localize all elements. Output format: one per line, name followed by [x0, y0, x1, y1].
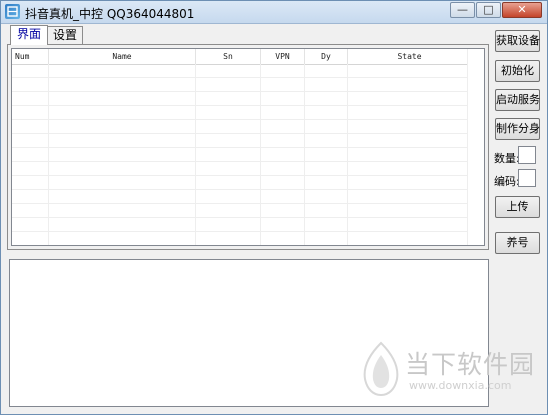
nurture-account-button[interactable]: 养号	[495, 232, 540, 254]
column-header-vpn[interactable]: VPN	[261, 49, 305, 64]
window-controls: — □ ✕	[449, 2, 542, 19]
maximize-icon: □	[483, 3, 494, 16]
column-header-state[interactable]: State	[348, 49, 472, 64]
table-row	[12, 176, 484, 190]
watermark: 当下软件园 www.downxia.com	[359, 341, 539, 401]
table-row	[12, 204, 484, 218]
table-row	[12, 232, 484, 245]
table-scroll-gutter	[467, 49, 484, 245]
table-row	[12, 92, 484, 106]
downxia-logo-icon	[359, 341, 403, 397]
watermark-name: 当下软件园	[405, 350, 536, 379]
code-label: 编码:	[494, 175, 520, 188]
watermark-url: www.downxia.com	[409, 379, 512, 392]
close-button[interactable]: ✕	[502, 2, 542, 18]
column-header-sn[interactable]: Sn	[196, 49, 261, 64]
table-row	[12, 162, 484, 176]
minimize-icon: —	[457, 3, 468, 16]
start-service-button[interactable]: 启动服务	[495, 89, 540, 111]
get-device-button[interactable]: 获取设备	[495, 30, 540, 52]
table-row	[12, 134, 484, 148]
table-row	[12, 218, 484, 232]
title-bar[interactable]: 抖音真机_中控 QQ364044801 — □ ✕	[1, 1, 547, 24]
code-input[interactable]	[518, 169, 536, 187]
table-row	[12, 120, 484, 134]
initialize-button[interactable]: 初始化	[495, 60, 540, 82]
tab-interface[interactable]: 界面	[10, 25, 48, 45]
column-header-dy[interactable]: Dy	[305, 49, 348, 64]
table-row	[12, 148, 484, 162]
table-row	[12, 78, 484, 92]
column-header-num[interactable]: Num	[12, 49, 49, 64]
close-icon: ✕	[517, 3, 527, 16]
quantity-label: 数量:	[494, 152, 520, 165]
table-row	[12, 190, 484, 204]
make-clone-button[interactable]: 制作分身	[495, 118, 540, 140]
tab-panel-interface: Num Name Sn VPN Dy State	[7, 44, 489, 250]
table-body	[12, 64, 484, 245]
upload-button[interactable]: 上传	[495, 196, 540, 218]
column-header-name[interactable]: Name	[49, 49, 196, 64]
device-table[interactable]: Num Name Sn VPN Dy State	[11, 48, 485, 246]
tab-settings[interactable]: 设置	[47, 26, 83, 44]
minimize-button[interactable]: —	[450, 2, 475, 18]
table-row	[12, 64, 484, 78]
window-title: 抖音真机_中控 QQ364044801	[25, 7, 195, 21]
app-icon	[5, 4, 20, 19]
maximize-button[interactable]: □	[476, 2, 501, 18]
app-window: 抖音真机_中控 QQ364044801 — □ ✕ 界面 设置 Num Name…	[0, 0, 548, 415]
table-header: Num Name Sn VPN Dy State	[12, 49, 472, 65]
table-row	[12, 106, 484, 120]
quantity-input[interactable]	[518, 146, 536, 164]
